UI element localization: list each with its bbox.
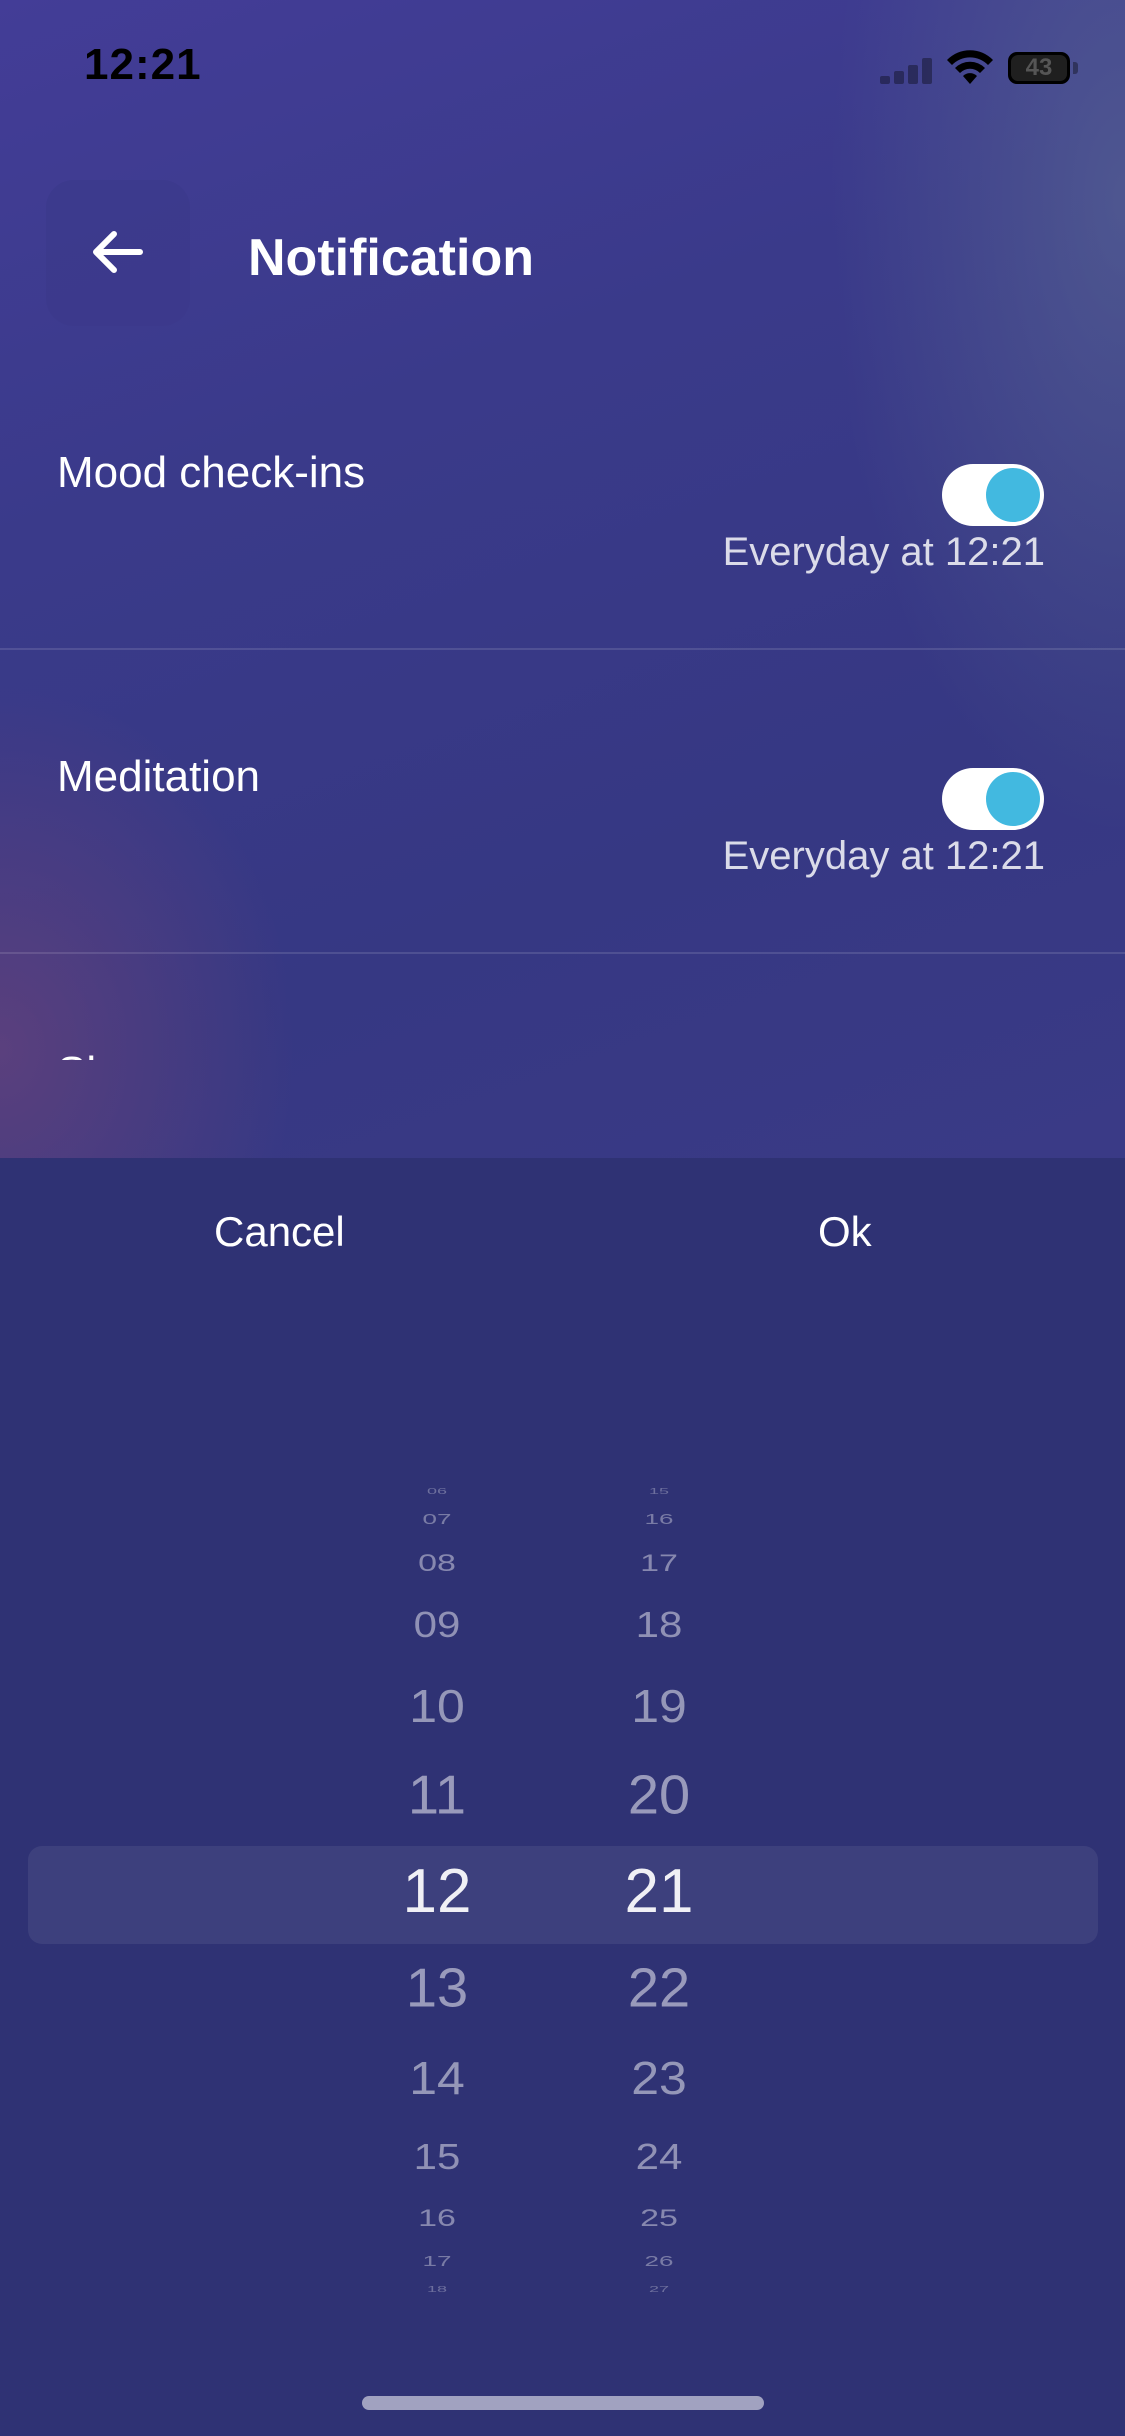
setting-row-sleep: Sleep bbox=[0, 1032, 1125, 1060]
minute-option[interactable]: 20 bbox=[579, 1762, 739, 1828]
setting-label: Mood check-ins bbox=[57, 448, 366, 497]
minute-option[interactable]: 17 bbox=[579, 1548, 739, 1577]
hour-option[interactable]: 12 bbox=[357, 1855, 517, 1929]
ok-button[interactable]: Ok bbox=[818, 1208, 872, 1256]
minute-option[interactable]: 19 bbox=[579, 1678, 739, 1734]
minute-option[interactable]: 18 bbox=[579, 1604, 739, 1647]
minute-option[interactable]: 21 bbox=[579, 1855, 739, 1929]
battery-icon: 43 bbox=[1008, 52, 1070, 84]
battery-level: 43 bbox=[1025, 54, 1053, 81]
meditation-toggle[interactable] bbox=[942, 768, 1044, 830]
schedule-text[interactable]: Everyday at 12:21 bbox=[723, 530, 1045, 575]
hour-option[interactable]: 17 bbox=[357, 2253, 517, 2270]
divider bbox=[0, 952, 1125, 954]
back-button[interactable] bbox=[46, 180, 190, 326]
hour-option[interactable]: 15 bbox=[357, 2136, 517, 2179]
setting-label: Sleep bbox=[57, 1048, 170, 1060]
mood-check-ins-toggle[interactable] bbox=[942, 464, 1044, 526]
divider bbox=[0, 648, 1125, 650]
minute-option[interactable]: 27 bbox=[579, 2285, 739, 2295]
status-time: 12:21 bbox=[84, 40, 202, 89]
time-picker-sheet bbox=[0, 1158, 1125, 2436]
hour-option[interactable]: 09 bbox=[357, 1604, 517, 1647]
hour-option[interactable]: 06 bbox=[357, 1487, 517, 1497]
wifi-icon bbox=[947, 50, 993, 84]
hour-option[interactable]: 13 bbox=[357, 1955, 517, 2021]
minute-option[interactable]: 15 bbox=[579, 1487, 739, 1497]
hour-option[interactable]: 11 bbox=[357, 1762, 517, 1828]
minute-option[interactable]: 16 bbox=[579, 1511, 739, 1528]
schedule-text[interactable]: Everyday at 12:21 bbox=[723, 834, 1045, 879]
hour-option[interactable]: 08 bbox=[357, 1548, 517, 1577]
hour-option[interactable]: 07 bbox=[357, 1511, 517, 1528]
hour-option[interactable]: 16 bbox=[357, 2203, 517, 2232]
setting-row-meditation: Meditation Everyday at 12:21 bbox=[0, 728, 1125, 1032]
arrow-left-icon bbox=[93, 231, 143, 273]
minute-option[interactable]: 25 bbox=[579, 2203, 739, 2232]
minute-option[interactable]: 23 bbox=[579, 2050, 739, 2106]
setting-label: Meditation bbox=[57, 752, 261, 801]
page-title: Notification bbox=[248, 229, 534, 287]
picker-selection-band bbox=[28, 1846, 1098, 1944]
minute-option[interactable]: 22 bbox=[579, 1955, 739, 2021]
cellular-signal-icon bbox=[880, 58, 932, 84]
setting-row-mood-check-ins: Mood check-ins Everyday at 12:21 bbox=[0, 424, 1125, 728]
hour-option[interactable]: 10 bbox=[357, 1678, 517, 1734]
home-indicator bbox=[362, 2396, 764, 2410]
cancel-button[interactable]: Cancel bbox=[214, 1208, 345, 1256]
minute-option[interactable]: 24 bbox=[579, 2136, 739, 2179]
minute-option[interactable]: 26 bbox=[579, 2253, 739, 2270]
hour-option[interactable]: 18 bbox=[357, 2285, 517, 2295]
hour-option[interactable]: 14 bbox=[357, 2050, 517, 2106]
notification-settings-panel: 12:21 43 Notification Mood check-ins Eve… bbox=[0, 0, 1125, 1160]
